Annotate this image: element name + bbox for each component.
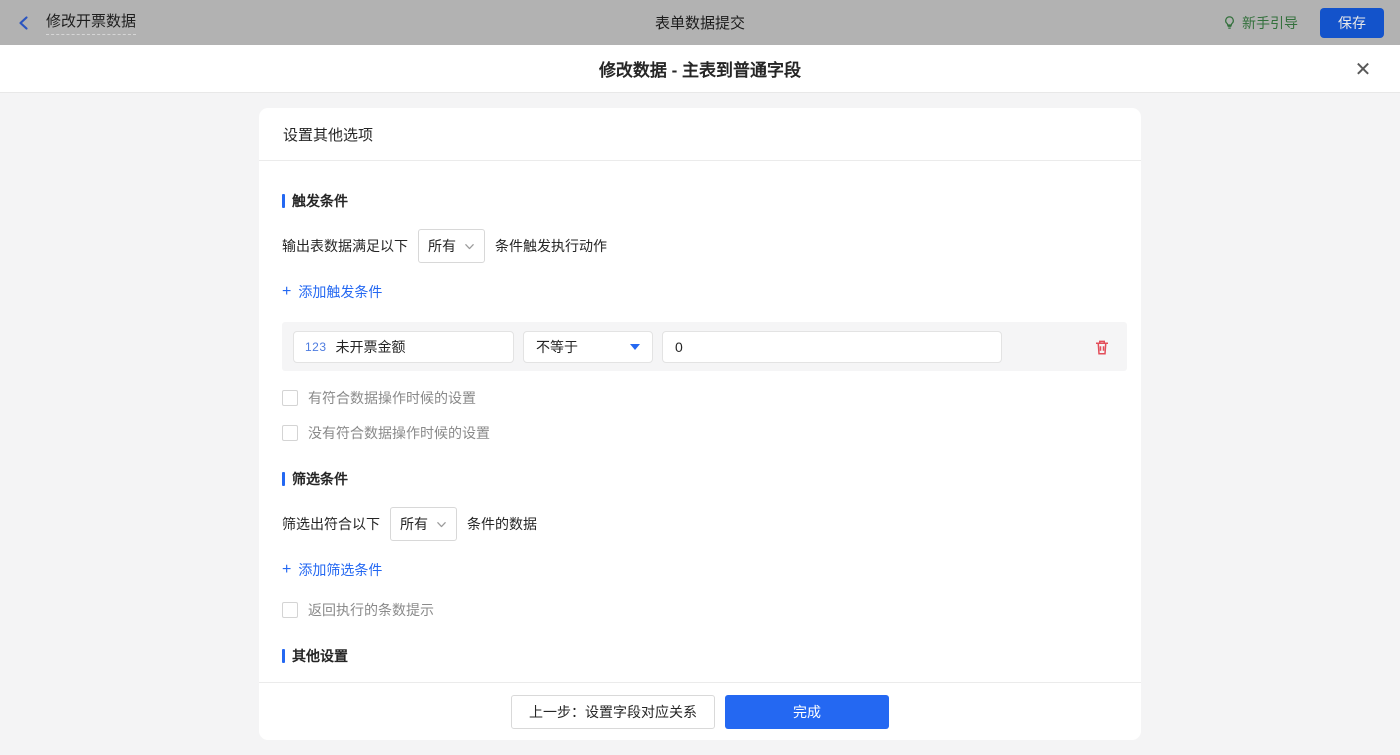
- page-title: 表单数据提交: [654, 15, 745, 32]
- filter-match-prefix: 筛选出符合以下: [282, 516, 380, 532]
- trigger-match-prefix: 输出表数据满足以下: [282, 238, 408, 254]
- caret-down-icon: [630, 343, 640, 350]
- section-accent-bar: [282, 194, 285, 208]
- lightbulb-icon: [1225, 16, 1234, 29]
- trigger-condition-row: 123 未开票金额 不等于: [282, 322, 1127, 371]
- previous-step-button[interactable]: 上一步：设置字段对应关系: [511, 694, 715, 729]
- card-content: 触发条件 输出表数据满足以下 所有 条件触发执行动作 + 添加触发条件 123 …: [259, 161, 1141, 682]
- condition-operator-select[interactable]: 不等于: [523, 330, 653, 363]
- modal-title: 修改数据 - 主表到普通字段: [598, 61, 802, 80]
- plus-icon: +: [282, 561, 292, 578]
- filter-match-row: 筛选出符合以下 所有 条件的数据: [282, 507, 1127, 541]
- other-section-title: 其他设置: [282, 646, 1127, 666]
- card-footer: 上一步：设置字段对应关系 完成: [259, 682, 1141, 740]
- filter-condition-section: 筛选条件 筛选出符合以下 所有 条件的数据 + 添加筛选条件 返回执行的条数提示: [282, 469, 1127, 620]
- options-card: 设置其他选项 触发条件 输出表数据满足以下 所有 条件触发执行动作 + 添加触发…: [259, 108, 1141, 740]
- chevron-down-icon: [437, 521, 446, 527]
- trigger-section-title: 触发条件: [282, 191, 1127, 211]
- section-accent-bar: [282, 649, 285, 663]
- flow-name[interactable]: 修改开票数据: [46, 10, 137, 35]
- add-trigger-condition-link[interactable]: + 添加触发条件: [282, 282, 382, 302]
- card-header-title: 设置其他选项: [259, 108, 1141, 161]
- top-toolbar: 修改开票数据 表单数据提交 新手引导 保存: [0, 0, 1400, 45]
- other-settings-section: 其他设置 字段为空时忽略字段 ?: [282, 646, 1127, 682]
- checkbox-unchecked-icon[interactable]: [282, 602, 298, 618]
- condition-value-input[interactable]: [662, 330, 1002, 363]
- trigger-match-suffix: 条件触发执行动作: [495, 238, 607, 254]
- filter-section-title: 筛选条件: [282, 469, 1127, 489]
- add-filter-condition-link[interactable]: + 添加筛选条件: [282, 560, 382, 580]
- modal-dialog: 修改数据 - 主表到普通字段 ✕ 设置其他选项 触发条件 输出表数据满足以下 所…: [0, 45, 1400, 755]
- beginner-guide-label: 新手引导: [1242, 14, 1298, 31]
- checkbox-unchecked-icon[interactable]: [282, 390, 298, 406]
- no-matching-data-checkbox-row[interactable]: 没有符合数据操作时候的设置: [282, 423, 1127, 443]
- section-accent-bar: [282, 472, 285, 486]
- delete-condition-button[interactable]: [1091, 336, 1113, 358]
- modal-header: 修改数据 - 主表到普通字段 ✕: [0, 45, 1400, 93]
- checkbox-unchecked-icon[interactable]: [282, 425, 298, 441]
- return-count-checkbox-row[interactable]: 返回执行的条数提示: [282, 600, 1127, 620]
- modal-body: 设置其他选项 触发条件 输出表数据满足以下 所有 条件触发执行动作 + 添加触发…: [0, 93, 1400, 755]
- trigger-condition-section: 触发条件 输出表数据满足以下 所有 条件触发执行动作 + 添加触发条件 123 …: [282, 191, 1127, 443]
- beginner-guide-link[interactable]: 新手引导: [1222, 13, 1298, 33]
- plus-icon: +: [282, 283, 292, 300]
- filter-match-suffix: 条件的数据: [467, 516, 537, 532]
- close-icon[interactable]: ✕: [1352, 58, 1374, 81]
- has-matching-data-checkbox-row[interactable]: 有符合数据操作时候的设置: [282, 388, 1127, 408]
- condition-field-select[interactable]: 123 未开票金额: [293, 330, 514, 363]
- back-icon[interactable]: [16, 15, 32, 31]
- filter-match-select[interactable]: 所有: [390, 507, 457, 541]
- chevron-down-icon: [465, 243, 474, 249]
- condition-field-name: 未开票金额: [335, 338, 406, 355]
- done-button[interactable]: 完成: [725, 694, 889, 729]
- trash-icon: [1096, 340, 1108, 354]
- trigger-match-row: 输出表数据满足以下 所有 条件触发执行动作: [282, 229, 1127, 263]
- number-field-type-icon: 123: [305, 339, 327, 354]
- save-button[interactable]: 保存: [1320, 7, 1384, 38]
- trigger-match-select[interactable]: 所有: [418, 229, 485, 263]
